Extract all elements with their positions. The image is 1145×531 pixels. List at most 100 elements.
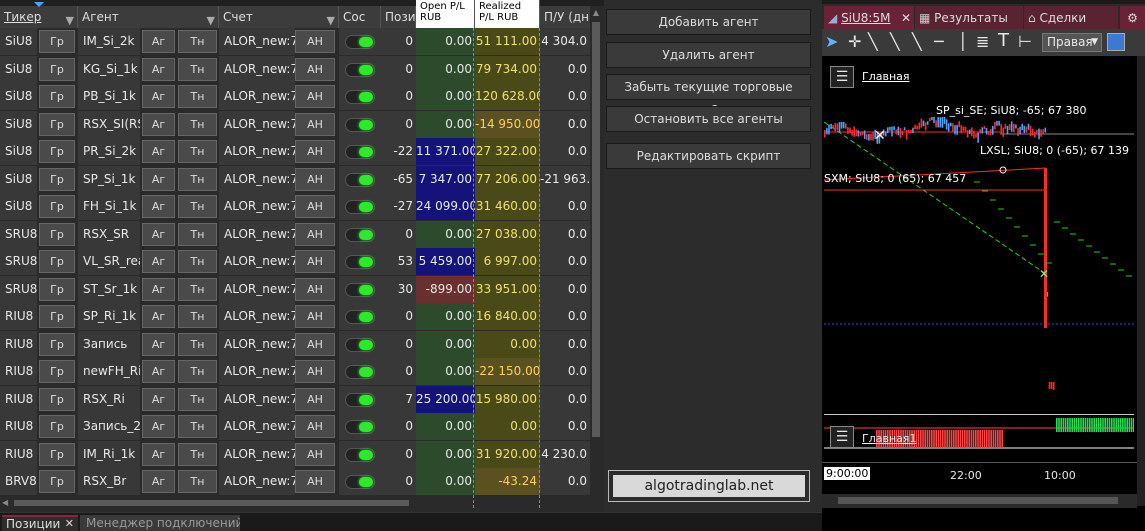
group-button[interactable]: Гр [39,387,75,411]
trades-button[interactable]: Тн [178,360,217,383]
scroll-left-icon[interactable]: ◀ [2,498,12,508]
table-row[interactable]: SiU8ГрIM_Si_2kАгТнALOR_new:75АН 00.0051 1… [0,28,596,55]
forget-errors-button[interactable]: Забыть текущие торговые ошибки [606,74,811,118]
agent-settings-button[interactable]: Аг [142,415,175,438]
account-history-button[interactable]: АН [295,167,335,191]
agent-toggle[interactable] [345,475,375,489]
scroll-up-icon[interactable]: ▲ [591,8,601,18]
account-history-button[interactable]: АН [295,387,335,411]
agent-toggle[interactable] [345,117,375,132]
table-row[interactable]: RIU8ГрnewFH_RiАгТнALOR_new:75АН 00.00-22 … [0,358,596,385]
trades-button[interactable]: Тн [178,415,217,438]
line-icon[interactable]: ╲ [868,32,878,51]
table-row[interactable]: SRU8ГрVL_SR_realАгТнALOR_new:75АН 535 459… [0,248,596,275]
group-button[interactable]: Гр [39,85,75,108]
account-history-button[interactable]: АН [295,85,335,108]
table-row[interactable]: BRV8ГрRSX_BrАгТнALOR_new:75АН 00.00-43.24… [0,468,596,495]
trend-icon[interactable]: ╲ [912,32,922,51]
vertical-scrollbar[interactable]: ▲ [590,6,602,496]
add-agent-button[interactable]: Добавить агент [606,9,811,35]
table-row[interactable]: SiU8ГрSP_Si_1kАгТнALOR_new:75АН -657 347.… [0,165,596,193]
text-icon[interactable]: T [998,30,1009,51]
account-history-button[interactable]: АН [295,112,335,136]
pane-menu-icon[interactable]: ☰ [830,66,854,88]
account-history-button[interactable]: АН [295,250,335,273]
chart-scrollbar[interactable] [822,494,1137,508]
trades-button[interactable]: Тн [178,112,217,136]
trades-button[interactable]: Тн [178,57,217,81]
agent-toggle[interactable] [345,447,375,462]
edit-script-button[interactable]: Редактировать скрипт [606,143,811,169]
filter-icon[interactable]: ▼ [327,10,335,28]
trades-button[interactable]: Тн [178,250,217,273]
account-history-button[interactable]: АН [295,305,335,328]
agent-toggle[interactable] [345,420,375,434]
table-row[interactable]: SiU8ГрPR_Si_2kАгТнALOR_new:75АН -2211 371… [0,138,596,165]
agent-settings-button[interactable]: Аг [142,140,175,163]
filter-icon[interactable]: ▼ [66,10,74,28]
chart-scrollbar-thumb[interactable] [838,497,1118,504]
cursor-icon[interactable]: ➤ [825,32,838,51]
tab-chart[interactable]: ◢ SiU8:5M ✕ [824,6,914,30]
group-button[interactable]: Гр [39,277,75,301]
crosshair-icon[interactable]: ✛ [848,32,861,51]
header-position[interactable]: Пози [381,6,416,28]
group-button[interactable]: Гр [39,140,75,163]
vertical-line-icon[interactable]: │ [958,32,968,51]
header-agent[interactable]: Агент ▼ [78,6,219,28]
group-button[interactable]: Гр [39,57,75,81]
table-row[interactable]: RIU8ГрЗапись_2АгТнALOR_new:75АН00.000.00… [0,413,596,440]
group-button[interactable]: Гр [39,470,75,493]
header-account[interactable]: Счет ▼ [219,6,339,28]
trades-button[interactable]: Тн [178,332,217,356]
table-row[interactable]: SiU8ГрPB_Si_1kАгТнALOR_new:75АН 00.00120 … [0,83,596,110]
group-button[interactable]: Гр [39,112,75,136]
group-button[interactable]: Гр [39,167,75,191]
account-history-button[interactable]: АН [295,332,335,356]
account-history-button[interactable]: АН [295,470,335,493]
agent-settings-button[interactable]: Аг [142,167,175,191]
header-open-pl[interactable]: Open P/L RUB [416,0,475,28]
header-status[interactable]: Сос [339,6,381,28]
group-button[interactable]: Гр [39,415,75,438]
trades-button[interactable]: Тн [178,277,217,301]
side-select[interactable]: Правая ▼ [1042,33,1102,52]
agent-settings-button[interactable]: Аг [142,112,175,136]
filter-icon[interactable]: ▼ [207,10,215,28]
account-history-button[interactable]: АН [295,30,335,53]
table-row[interactable]: SiU8ГрRSX_SI(RSXАгТнALOR_new:75АН 00.00-1… [0,110,596,138]
agent-settings-button[interactable]: Аг [142,332,175,356]
stop-all-agents-button[interactable]: Остановить все агенты [606,106,811,132]
trades-button[interactable]: Тн [178,140,217,163]
account-history-button[interactable]: АН [295,360,335,383]
agent-toggle[interactable] [345,255,375,269]
agent-toggle[interactable] [345,172,375,187]
tab-deals[interactable]: ⌂ Сделки [1024,6,1118,30]
vertical-scrollbar-thumb[interactable] [592,22,600,437]
chart-vertical-scrollbar[interactable] [1137,56,1145,506]
close-icon[interactable]: ✕ [65,517,74,531]
trades-button[interactable]: Тн [178,30,217,53]
trades-button[interactable]: Тн [178,305,217,328]
agent-settings-button[interactable]: Аг [142,195,175,218]
agent-toggle[interactable] [345,392,375,407]
trades-button[interactable]: Тн [178,470,217,493]
tab-connections-manager[interactable]: Менеджер подключений [80,515,240,531]
delete-agent-button[interactable]: Удалить агент [606,42,811,68]
close-icon[interactable]: ✕ [901,6,911,30]
tab-results[interactable]: ▦ Результаты [915,6,1023,30]
agent-settings-button[interactable]: Аг [142,305,175,328]
pane-menu-icon[interactable]: ☰ [830,426,854,448]
color-picker[interactable] [1107,33,1125,51]
agent-settings-button[interactable]: Аг [142,387,175,411]
agent-settings-button[interactable]: Аг [142,30,175,53]
group-button[interactable]: Гр [39,195,75,218]
agent-toggle[interactable] [345,200,375,214]
tab-positions[interactable]: Позиции ✕ [2,515,78,531]
group-button[interactable]: Гр [39,250,75,273]
agent-toggle[interactable] [345,35,375,49]
settings-icon[interactable]: ⚙ [1120,6,1145,30]
table-row[interactable]: SiU8ГрFH_Si_1kАгТнALOR_new:75АН -2724 099… [0,193,596,220]
table-row[interactable]: SiU8ГрKG_Si_1kАгТнALOR_new:75АН 00.0079 7… [0,55,596,83]
group-button[interactable]: Гр [39,332,75,356]
